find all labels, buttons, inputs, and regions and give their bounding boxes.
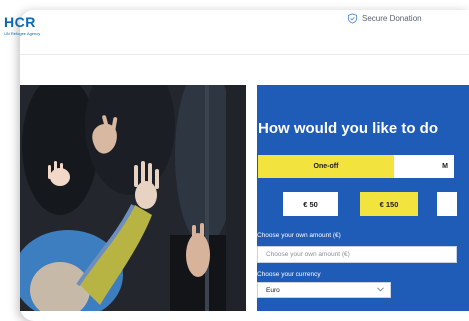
amount-button-150[interactable]: € 150	[360, 192, 418, 216]
currency-value: Euro	[266, 286, 280, 294]
logo-subtext: UN Refugee Agency	[4, 31, 41, 36]
own-amount-input[interactable]: Choose your own amount (€)	[257, 246, 457, 263]
unhcr-logo[interactable]: HCR	[4, 14, 36, 30]
own-amount-label: Choose your own amount (€)	[257, 232, 341, 239]
donation-heading: How would you like to do	[258, 120, 438, 137]
currency-label: Choose your currency	[257, 271, 321, 278]
secure-donation-label: Secure Donation	[362, 14, 422, 23]
secure-donation: Secure Donation	[347, 13, 422, 24]
chevron-down-icon	[377, 286, 384, 294]
currency-select[interactable]: Euro	[257, 282, 391, 298]
shield-check-icon	[347, 13, 358, 24]
tab-monthly[interactable]: M	[394, 155, 454, 178]
amount-button-other[interactable]	[437, 192, 457, 216]
hero-photo	[20, 85, 246, 311]
tab-one-off[interactable]: One-off	[258, 155, 394, 178]
amount-button-50[interactable]: € 50	[283, 192, 338, 216]
photo-children-hands-icon	[20, 85, 235, 311]
